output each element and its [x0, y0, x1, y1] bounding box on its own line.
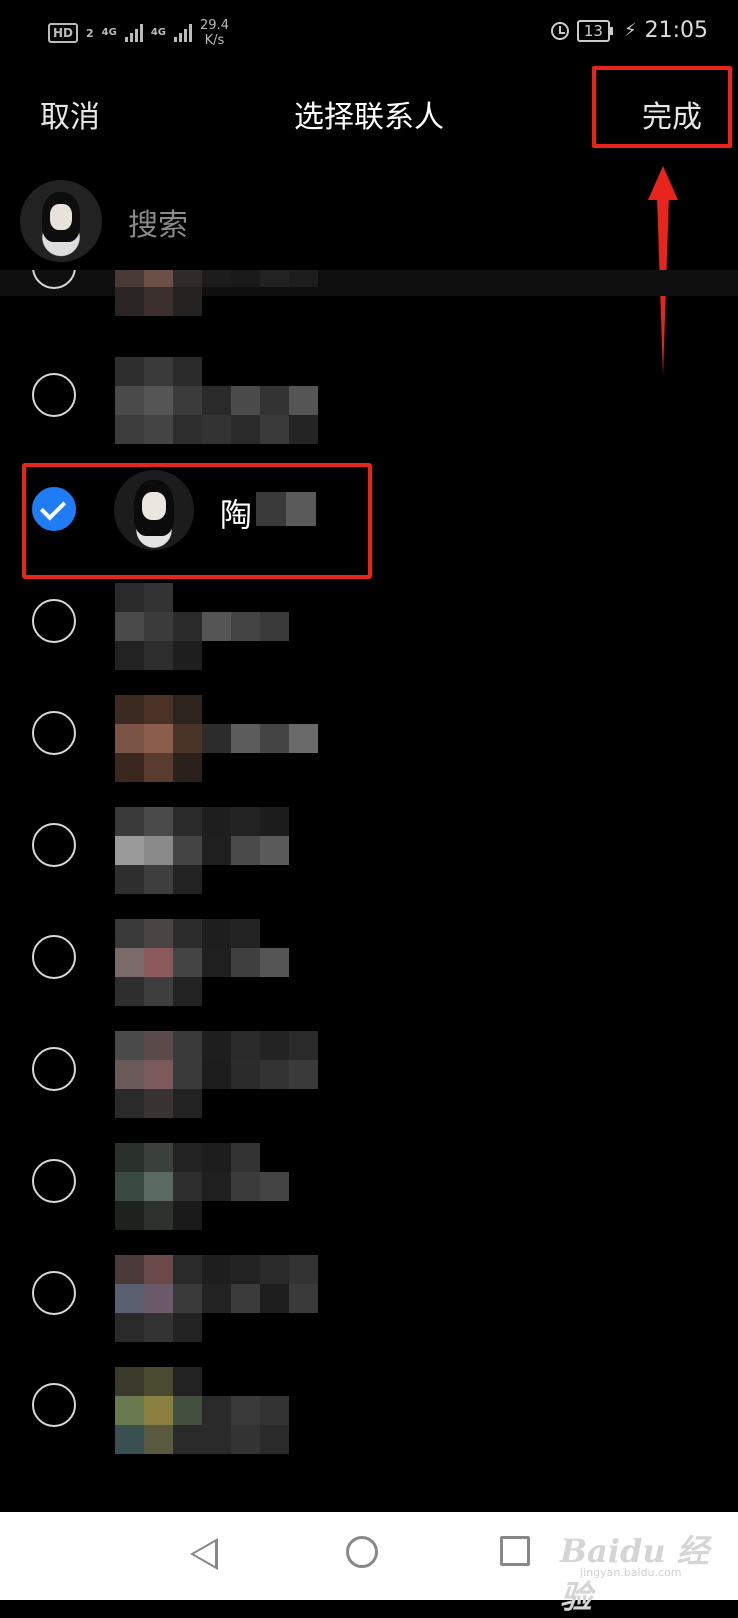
list-item[interactable] [0, 340, 738, 452]
list-item[interactable] [0, 678, 738, 790]
network-type-2: 4G [150, 27, 167, 38]
status-bar: HD 2 4G 4G 29.4 K/s 13 ⚡︎ 21:05 [0, 0, 738, 64]
list-item[interactable] [0, 1126, 738, 1238]
select-radio[interactable] [32, 373, 76, 417]
select-radio[interactable] [32, 270, 76, 289]
bolt-icon: ⚡︎ [623, 20, 637, 41]
hd-badge: HD [48, 23, 79, 43]
list-item[interactable] [0, 1350, 738, 1462]
contact-list[interactable]: 陶 [0, 270, 738, 1512]
list-item[interactable] [0, 1238, 738, 1350]
blurred-contact [115, 1143, 318, 1230]
list-item[interactable] [0, 902, 738, 1014]
clock: 21:05 [644, 18, 708, 43]
watermark-site: jingyan.baidu.com [580, 1566, 682, 1579]
select-radio[interactable] [32, 1383, 76, 1427]
select-radio[interactable] [32, 599, 76, 643]
watermark: Baidu 经验 jingyan.baidu.com [560, 1526, 738, 1618]
blurred-contact [115, 357, 318, 444]
sim-slot: 2 [86, 26, 94, 40]
blurred-contact [115, 583, 318, 670]
alarm-icon [550, 21, 569, 40]
system-nav-bar: Baidu 经验 jingyan.baidu.com [0, 1512, 738, 1616]
back-triangle-icon[interactable] [190, 1538, 218, 1570]
select-radio[interactable] [32, 1271, 76, 1315]
blurred-contact [115, 1255, 318, 1342]
status-left: HD 2 4G 4G 29.4 K/s [48, 18, 229, 48]
blurred-contact [115, 270, 318, 316]
recents-square-icon[interactable] [500, 1536, 530, 1566]
speed-unit: K/s [204, 33, 225, 48]
list-item[interactable] [0, 1014, 738, 1126]
select-radio[interactable] [32, 935, 76, 979]
list-item[interactable] [0, 566, 738, 678]
select-radio[interactable] [32, 1159, 76, 1203]
select-radio[interactable] [32, 823, 76, 867]
annotation-box-selected-contact [22, 463, 372, 579]
network-speed: 29.4 K/s [200, 18, 229, 48]
list-item[interactable] [0, 790, 738, 902]
signal-icon-2 [174, 24, 193, 42]
list-item[interactable] [0, 270, 738, 324]
annotation-box-done [592, 66, 732, 148]
signal-icon [124, 24, 143, 42]
search-input[interactable]: 搜索 [128, 200, 188, 244]
status-right: 13 ⚡︎ 21:05 [550, 18, 708, 43]
blurred-contact [115, 1367, 318, 1454]
home-circle-icon[interactable] [346, 1536, 378, 1568]
avatar [20, 180, 102, 262]
select-radio[interactable] [32, 711, 76, 755]
speed-value: 29.4 [200, 18, 229, 33]
blurred-contact [115, 919, 318, 1006]
blurred-contact [115, 1031, 318, 1118]
avatar-face [50, 204, 72, 230]
search-row[interactable]: 搜索 [0, 178, 738, 268]
blurred-contact [115, 807, 318, 894]
select-radio[interactable] [32, 1047, 76, 1091]
battery-indicator: 13 [576, 19, 614, 42]
network-type-1: 4G [101, 27, 117, 38]
blurred-contact [115, 695, 318, 782]
